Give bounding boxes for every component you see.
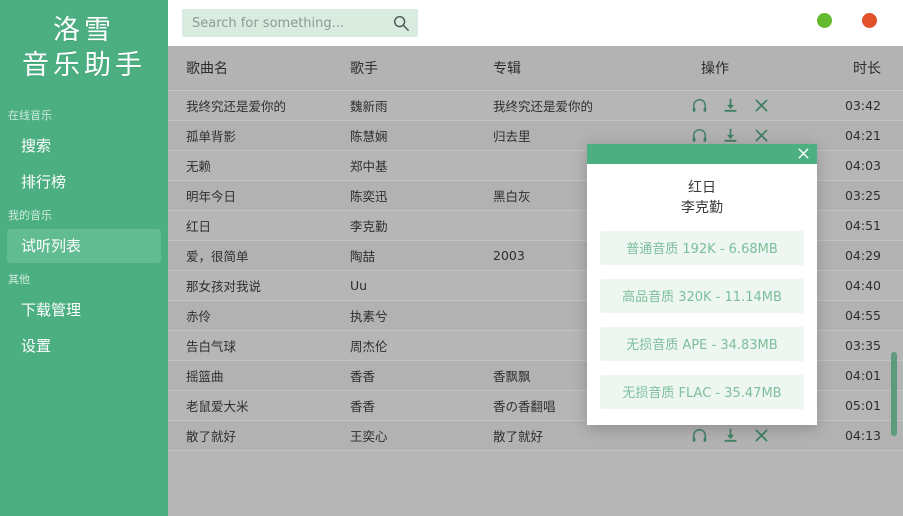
cell-duration: 04:40 <box>811 278 903 293</box>
search-input[interactable] <box>182 9 418 37</box>
cell-duration: 04:29 <box>811 248 903 263</box>
sidebar-group-title-my-music: 我的音乐 <box>0 207 168 225</box>
headphones-icon[interactable] <box>691 127 708 144</box>
download-quality-dialog: 红日 李克勤 普通音质 192K - 6.68MB 高品音质 320K - 11… <box>587 144 817 425</box>
column-header-duration: 时长 <box>811 58 903 78</box>
sidebar-item-playlist[interactable]: 试听列表 <box>7 229 161 263</box>
download-icon[interactable] <box>722 427 739 444</box>
search-container <box>182 9 418 37</box>
column-header-artist: 歌手 <box>350 58 493 78</box>
main-content: 歌曲名 歌手 专辑 操作 时长 我终究还是爱你的魏新雨我终究还是爱你的 03:42… <box>168 0 903 516</box>
dialog-body: 红日 李克勤 普通音质 192K - 6.68MB 高品音质 320K - 11… <box>587 164 817 425</box>
cell-artist: 周杰伦 <box>350 336 493 355</box>
sidebar-item-search[interactable]: 搜索 <box>7 129 161 163</box>
cell-actions <box>691 97 811 114</box>
quality-option-ape[interactable]: 无损音质 APE - 34.83MB <box>600 327 804 361</box>
cell-duration: 04:01 <box>811 368 903 383</box>
sidebar-group-my-music: 我的音乐 试听列表 <box>0 207 168 263</box>
cell-artist: 郑中基 <box>350 156 493 175</box>
headphones-icon[interactable] <box>691 97 708 114</box>
table-row[interactable]: 散了就好王奕心散了就好 04:13 <box>168 421 903 451</box>
cell-song-title: 摇篮曲 <box>168 366 350 385</box>
cell-album: 散了就好 <box>493 426 691 445</box>
sidebar: 洛雪 音乐助手 在线音乐 搜索 排行榜 我的音乐 试听列表 其他 下载管理 设置 <box>0 0 168 516</box>
cell-song-title: 我终究还是爱你的 <box>168 96 350 115</box>
cell-song-title: 红日 <box>168 216 350 235</box>
sidebar-group-title-other: 其他 <box>0 271 168 289</box>
cell-artist: 香香 <box>350 366 493 385</box>
table-row[interactable]: 我终究还是爱你的魏新雨我终究还是爱你的 03:42 <box>168 91 903 121</box>
cell-duration: 04:13 <box>811 428 903 443</box>
sidebar-item-download-manager[interactable]: 下载管理 <box>7 293 161 327</box>
cell-artist: 陈奕迅 <box>350 186 493 205</box>
window-controls <box>817 13 877 28</box>
cell-actions <box>691 427 811 444</box>
column-header-album: 专辑 <box>493 58 691 78</box>
cell-song-title: 明年今日 <box>168 186 350 205</box>
cell-artist: 魏新雨 <box>350 96 493 115</box>
sidebar-item-leaderboard[interactable]: 排行榜 <box>7 165 161 199</box>
cell-duration: 03:42 <box>811 98 903 113</box>
cell-actions <box>691 127 811 144</box>
vertical-scrollbar-track[interactable] <box>891 92 897 516</box>
cell-song-title: 孤单背影 <box>168 126 350 145</box>
dialog-song-title: 红日 <box>600 178 804 198</box>
app-logo-line2: 音乐助手 <box>0 49 168 84</box>
cell-artist: Uu <box>350 278 493 293</box>
dialog-song-artist: 李克勤 <box>600 198 804 218</box>
table-header-row: 歌曲名 歌手 专辑 操作 时长 <box>168 46 903 91</box>
cell-album: 归去里 <box>493 126 691 145</box>
app-logo: 洛雪 音乐助手 <box>0 0 168 93</box>
cell-artist: 香香 <box>350 396 493 415</box>
cell-artist: 执素兮 <box>350 306 493 325</box>
cell-duration: 04:03 <box>811 158 903 173</box>
quality-option-high[interactable]: 高品音质 320K - 11.14MB <box>600 279 804 313</box>
quality-option-flac[interactable]: 无损音质 FLAC - 35.47MB <box>600 375 804 409</box>
cell-song-title: 无赖 <box>168 156 350 175</box>
cell-duration: 04:55 <box>811 308 903 323</box>
download-icon[interactable] <box>722 127 739 144</box>
cell-duration: 03:25 <box>811 188 903 203</box>
remove-icon[interactable] <box>753 97 770 114</box>
cell-song-title: 老鼠爱大米 <box>168 396 350 415</box>
cell-song-title: 告白气球 <box>168 336 350 355</box>
dialog-header <box>587 144 817 164</box>
cell-artist: 陶喆 <box>350 246 493 265</box>
column-header-title: 歌曲名 <box>168 58 350 78</box>
close-icon[interactable] <box>796 146 811 161</box>
remove-icon[interactable] <box>753 427 770 444</box>
minimize-dot-icon[interactable] <box>817 13 832 28</box>
sidebar-item-settings[interactable]: 设置 <box>7 329 161 363</box>
cell-duration: 04:51 <box>811 218 903 233</box>
column-header-actions: 操作 <box>691 58 811 78</box>
cell-album: 我终究还是爱你的 <box>493 96 691 115</box>
topbar <box>168 0 903 46</box>
cell-duration: 05:01 <box>811 398 903 413</box>
sidebar-group-other: 其他 下载管理 设置 <box>0 271 168 363</box>
cell-song-title: 那女孩对我说 <box>168 276 350 295</box>
cell-artist: 王奕心 <box>350 426 493 445</box>
cell-song-title: 散了就好 <box>168 426 350 445</box>
cell-artist: 陈慧娴 <box>350 126 493 145</box>
cell-song-title: 赤伶 <box>168 306 350 325</box>
headphones-icon[interactable] <box>691 427 708 444</box>
cell-song-title: 爱，很简单 <box>168 246 350 265</box>
remove-icon[interactable] <box>753 127 770 144</box>
vertical-scrollbar-thumb[interactable] <box>891 352 897 436</box>
quality-option-normal[interactable]: 普通音质 192K - 6.68MB <box>600 231 804 265</box>
sidebar-nav: 在线音乐 搜索 排行榜 我的音乐 试听列表 其他 下载管理 设置 <box>0 107 168 363</box>
app-window: 洛雪 音乐助手 在线音乐 搜索 排行榜 我的音乐 试听列表 其他 下载管理 设置 <box>0 0 903 516</box>
cell-artist: 李克勤 <box>350 216 493 235</box>
app-logo-line1: 洛雪 <box>0 14 168 49</box>
close-dot-icon[interactable] <box>862 13 877 28</box>
cell-duration: 04:21 <box>811 128 903 143</box>
sidebar-group-online-music: 在线音乐 搜索 排行榜 <box>0 107 168 199</box>
sidebar-group-title-online: 在线音乐 <box>0 107 168 125</box>
download-icon[interactable] <box>722 97 739 114</box>
cell-duration: 03:35 <box>811 338 903 353</box>
